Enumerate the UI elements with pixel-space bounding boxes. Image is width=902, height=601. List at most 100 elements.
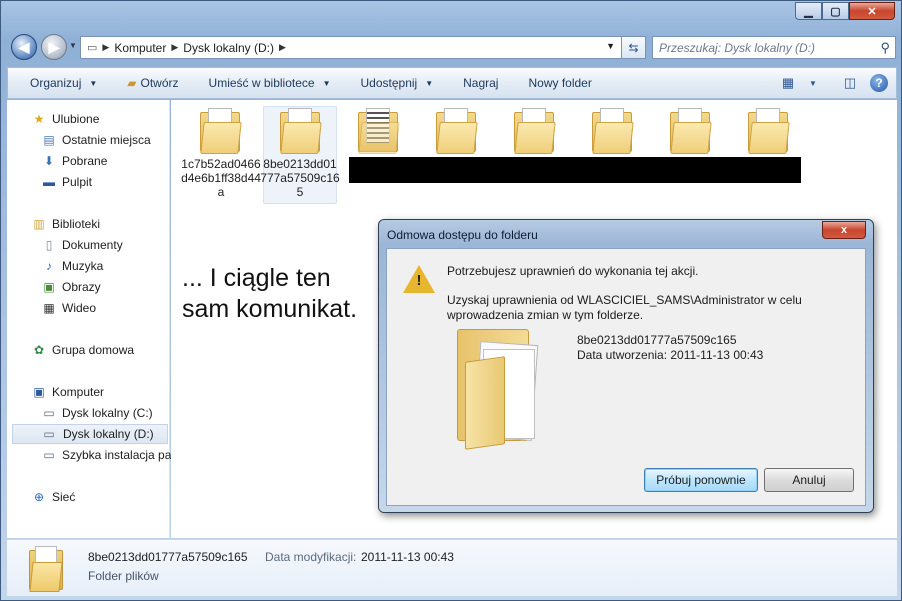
dialog-message-1: Potrzebujesz uprawnień do wykonania tej … <box>447 264 699 278</box>
back-arrow-icon: ◀ <box>18 38 30 55</box>
nav-drive-d-label: Dysk lokalny (D:) <box>63 427 154 441</box>
nav-music[interactable]: ♪ Muzyka <box>41 256 103 276</box>
nav-documents[interactable]: ▯ Dokumenty <box>41 235 123 255</box>
chevron-right-icon[interactable]: ▶ <box>102 42 109 53</box>
navigation-pane: ★ Ulubione ▤ Ostatnie miejsca ⬇ Pobrane … <box>7 100 174 538</box>
refresh-button[interactable]: ⇆ <box>621 36 646 59</box>
warning-exclamation: ! <box>416 272 422 289</box>
nav-pictures-label: Obrazy <box>62 280 101 294</box>
close-button[interactable]: ✕ <box>849 2 895 20</box>
search-placeholder: Przeszukaj: Dysk lokalny (D:) <box>659 40 816 55</box>
nav-homegroup-label: Grupa domowa <box>52 343 135 357</box>
homegroup-icon: ✿ <box>33 343 45 357</box>
chevron-right-icon[interactable]: ▶ <box>279 42 286 53</box>
chevron-right-icon[interactable]: ▶ <box>171 42 178 53</box>
music-icon: ♪ <box>46 259 52 273</box>
breadcrumb-computer[interactable]: Komputer <box>114 41 166 55</box>
preview-pane-icon[interactable]: ◫ <box>840 73 860 93</box>
nav-quick-install-label: Szybka instalacja pal <box>62 448 175 462</box>
search-icon[interactable]: ⚲ <box>880 40 890 56</box>
nav-drive-c[interactable]: ▭ Dysk lokalny (C:) <box>41 403 153 423</box>
forward-arrow-icon: ▶ <box>48 38 60 55</box>
address-bar[interactable]: ▭ ▶ Komputer ▶ Dysk lokalny (D:) ▶ ▼ <box>80 36 646 59</box>
folder-icon <box>29 546 65 592</box>
nav-quick-install[interactable]: ▭ Szybka instalacja pal <box>41 445 174 465</box>
drive-icon: ▭ <box>43 448 55 462</box>
share-label: Udostępnij <box>360 76 418 90</box>
forward-button[interactable]: ▶ <box>41 34 67 60</box>
documents-icon: ▯ <box>45 238 53 252</box>
chevron-down-icon[interactable]: ▼ <box>808 73 818 93</box>
back-button[interactable]: ◀ <box>11 34 37 60</box>
nav-network[interactable]: ⊕ Sieć <box>31 487 75 507</box>
nav-recent-label: Ostatnie miejsca <box>62 133 151 147</box>
folder-icon[interactable] <box>668 106 712 154</box>
dialog-close-button[interactable]: x <box>822 221 866 239</box>
folder-icon[interactable] <box>198 106 242 154</box>
organize-button[interactable]: Organizuj ▼ <box>14 68 111 98</box>
toolbar-right: ▦ ▼ ◫ ? <box>778 73 888 93</box>
folder-icon[interactable] <box>746 106 790 154</box>
open-button[interactable]: ▰ Otwórz <box>111 68 192 98</box>
dialog-folder-name: 8be0213dd01777a57509c165 <box>577 333 737 347</box>
folder-icon[interactable] <box>512 106 556 154</box>
pictures-icon: ▣ <box>43 280 55 294</box>
details-pane: 8be0213dd01777a57509c165 Data modyfikacj… <box>7 539 897 596</box>
explorer-window: ▁ ▢ ✕ ◀ ▶ ▼ ▭ ▶ Komputer ▶ Dysk lokalny … <box>0 0 902 601</box>
open-label: Otwórz <box>140 76 179 90</box>
nav-libraries[interactable]: ▥ Biblioteki <box>31 214 100 234</box>
nav-favorites[interactable]: ★ Ulubione <box>31 109 100 129</box>
nav-desktop[interactable]: ▬ Pulpit <box>41 172 92 192</box>
nav-favorites-label: Ulubione <box>52 112 100 126</box>
libraries-icon: ▥ <box>33 217 45 231</box>
new-folder-label: Nowy folder <box>528 76 592 90</box>
share-button[interactable]: Udostępnij ▼ <box>345 68 448 98</box>
nav-pictures[interactable]: ▣ Obrazy <box>41 277 101 297</box>
nav-homegroup[interactable]: ✿ Grupa domowa <box>31 340 134 360</box>
nav-drive-c-label: Dysk lokalny (C:) <box>62 406 153 420</box>
computer-icon: ▣ <box>33 385 45 399</box>
retry-button[interactable]: Próbuj ponownie <box>644 468 758 492</box>
dialog-message-3: wprowadzenia zmian w tym folderze. <box>447 308 644 322</box>
network-icon: ⊕ <box>33 490 45 504</box>
organize-label: Organizuj <box>30 76 82 90</box>
help-icon[interactable]: ? <box>870 74 888 92</box>
cancel-button[interactable]: Anuluj <box>764 468 854 492</box>
details-type: Folder plików <box>88 569 159 583</box>
dialog-message-2: Uzyskaj uprawnienia od WLASCICIEL_SAMS\A… <box>447 293 802 307</box>
view-options-icon[interactable]: ▦ <box>778 73 798 93</box>
burn-button[interactable]: Nagraj <box>447 68 512 98</box>
minimize-button[interactable]: ▁ <box>795 2 822 20</box>
nav-video[interactable]: ▦ Wideo <box>41 298 96 318</box>
drive-icon: ▭ <box>43 427 55 441</box>
nav-libraries-label: Biblioteki <box>52 217 101 231</box>
redaction-bar <box>349 157 801 183</box>
breadcrumb-drive-d[interactable]: Dysk lokalny (D:) <box>183 41 274 55</box>
folder-icon[interactable] <box>356 106 400 154</box>
drive-icon: ▭ <box>87 42 98 54</box>
nav-recent-places[interactable]: ▤ Ostatnie miejsca <box>41 130 151 150</box>
dialog-title: Odmowa dostępu do folderu <box>387 228 538 242</box>
nav-desktop-label: Pulpit <box>62 175 93 189</box>
folder-icon[interactable] <box>434 106 478 154</box>
nav-drive-d[interactable]: ▭ Dysk lokalny (D:) <box>12 424 168 444</box>
history-dropdown-icon[interactable]: ▼ <box>69 41 77 50</box>
search-input[interactable]: Przeszukaj: Dysk lokalny (D:) ⚲ <box>652 36 896 59</box>
folder-label[interactable]: 8be0213dd01777a57509c165 <box>260 157 340 199</box>
new-folder-button[interactable]: Nowy folder <box>512 68 605 98</box>
downloads-icon: ⬇ <box>43 154 55 168</box>
burn-label: Nagraj <box>463 76 499 90</box>
nav-computer[interactable]: ▣ Komputer <box>31 382 104 402</box>
folder-icon[interactable] <box>278 106 322 154</box>
address-dropdown-icon[interactable]: ▼ <box>606 41 615 51</box>
desktop-icon: ▬ <box>43 175 55 189</box>
include-in-library-button[interactable]: Umieść w bibliotece ▼ <box>193 68 345 98</box>
nav-downloads[interactable]: ⬇ Pobrane <box>41 151 107 171</box>
maximize-button[interactable]: ▢ <box>822 2 849 20</box>
navigation-bar: ◀ ▶ ▼ ▭ ▶ Komputer ▶ Dysk lokalny (D:) ▶… <box>7 31 897 63</box>
dialog-folder-created: Data utworzenia: 2011-11-13 00:43 <box>577 348 764 362</box>
folder-label[interactable]: 1c7b52ad0466d4e6b1ff38d44a <box>181 157 261 199</box>
chevron-down-icon: ▼ <box>322 78 331 88</box>
star-icon: ★ <box>33 112 45 126</box>
folder-icon[interactable] <box>590 106 634 154</box>
